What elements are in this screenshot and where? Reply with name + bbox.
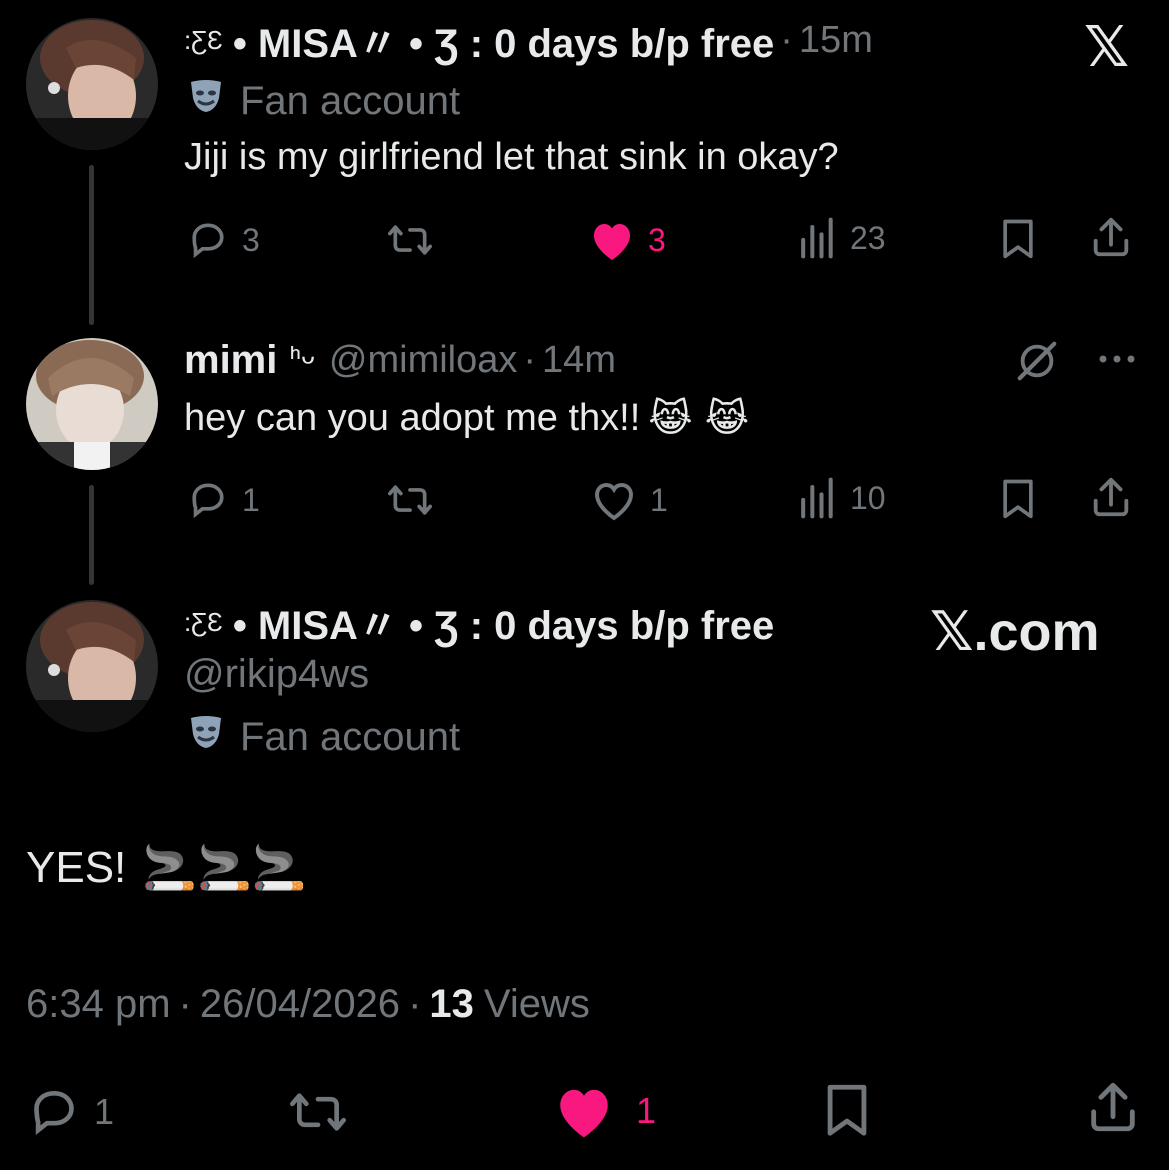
name-prefix: :ƸƐ bbox=[184, 24, 223, 55]
thread-line bbox=[89, 485, 94, 585]
thread-line bbox=[89, 165, 94, 325]
main-body: YES! 🚬🚬🚬 bbox=[26, 842, 307, 894]
reply-button[interactable]: 1 bbox=[26, 1084, 114, 1140]
tweet1-body: Jiji is my girlfriend let that sink in o… bbox=[184, 136, 839, 178]
retweet-icon bbox=[388, 485, 432, 515]
bookmark-button[interactable] bbox=[996, 476, 1040, 520]
views-label: Views bbox=[483, 982, 590, 1026]
separator: · bbox=[408, 982, 422, 1026]
timestamp[interactable]: 15m bbox=[799, 19, 873, 62]
avatar-misa[interactable] bbox=[26, 600, 158, 732]
more-icon bbox=[1099, 355, 1135, 363]
views-icon bbox=[801, 217, 833, 259]
reply-count: 1 bbox=[242, 481, 260, 518]
retweet-button[interactable] bbox=[286, 1084, 350, 1140]
mask-icon bbox=[186, 76, 226, 126]
like-button[interactable]: 1 bbox=[552, 1082, 656, 1140]
views-button[interactable]: 10 bbox=[794, 476, 886, 520]
separator: · bbox=[178, 982, 192, 1026]
main-header: :ƸƐ • MISA〃 • Ʒ : 0 days b/p free bbox=[184, 598, 774, 648]
like-count: 1 bbox=[650, 481, 668, 518]
like-button[interactable]: 3 bbox=[588, 218, 666, 262]
reply-count: 1 bbox=[94, 1091, 115, 1132]
share-button[interactable] bbox=[1084, 1078, 1142, 1136]
bookmark-icon bbox=[1003, 219, 1033, 259]
tweet-meta: 6:34 pm · 26/04/2026 · 13 Views bbox=[26, 982, 590, 1027]
views-icon bbox=[801, 477, 833, 519]
share-button[interactable] bbox=[1088, 214, 1134, 260]
affiliation-badge: Fan account bbox=[186, 712, 460, 762]
reply-icon bbox=[192, 223, 224, 259]
more-button[interactable] bbox=[1096, 338, 1138, 380]
bookmark-button[interactable] bbox=[996, 216, 1040, 260]
retweet-button[interactable] bbox=[385, 218, 435, 262]
separator: · bbox=[780, 18, 793, 61]
reply-count: 3 bbox=[242, 221, 260, 258]
bookmark-button[interactable] bbox=[818, 1080, 876, 1138]
post-date[interactable]: 26/04/2026 bbox=[200, 982, 400, 1027]
reply-icon bbox=[34, 1091, 74, 1136]
grok-icon bbox=[1017, 341, 1057, 381]
handle[interactable]: @rikip4ws bbox=[184, 652, 369, 697]
retweet-icon bbox=[388, 225, 432, 255]
like-count: 1 bbox=[636, 1090, 657, 1131]
heart-filled-icon bbox=[560, 1089, 608, 1138]
separator: · bbox=[523, 338, 537, 381]
reply-icon bbox=[192, 483, 224, 519]
share-icon bbox=[1093, 477, 1129, 517]
view-count: 10 bbox=[850, 479, 886, 516]
display-name[interactable]: • MISA〃 • Ʒ : 0 days b/p free bbox=[233, 11, 774, 69]
view-count: 23 bbox=[850, 219, 886, 256]
display-name[interactable]: • MISA〃 • Ʒ : 0 days b/p free bbox=[233, 593, 774, 651]
cigarette-emoji: 🚬🚬🚬 bbox=[142, 843, 307, 894]
x-logo: 𝕏 bbox=[1084, 15, 1130, 78]
name-prefix: :ƸƐ bbox=[184, 606, 223, 637]
grok-button[interactable] bbox=[1014, 338, 1060, 384]
bookmark-icon bbox=[1003, 479, 1033, 519]
x-com-watermark: 𝕏.com bbox=[930, 602, 1100, 662]
bookmark-icon bbox=[827, 1084, 867, 1136]
mask-icon bbox=[186, 712, 226, 762]
like-button[interactable]: 1 bbox=[590, 478, 668, 522]
tweet-text: YES! bbox=[26, 843, 127, 892]
like-count: 3 bbox=[648, 221, 666, 258]
badge-label: Fan account bbox=[240, 78, 461, 123]
heart-outline-icon bbox=[594, 482, 634, 521]
retweet-icon bbox=[290, 1093, 346, 1131]
tweet-text: hey can you adopt me thx!! bbox=[184, 396, 641, 439]
post-time[interactable]: 6:34 pm bbox=[26, 982, 171, 1027]
handle[interactable]: @mimiloax bbox=[329, 339, 517, 382]
share-icon bbox=[1093, 217, 1129, 257]
tweet2-body: hey can you adopt me thx!! 😹 😹 bbox=[184, 396, 749, 440]
avatar-misa[interactable] bbox=[26, 18, 158, 150]
tweet1-header: :ƸƐ • MISA〃 • Ʒ : 0 days b/p free · 15m bbox=[184, 16, 873, 67]
badge-label: Fan account bbox=[240, 714, 461, 759]
share-icon bbox=[1091, 1082, 1135, 1132]
name-suffix: ᑋᵕ bbox=[289, 338, 315, 380]
cat-joy-emoji: 😹 😹 bbox=[648, 396, 750, 440]
retweet-button[interactable] bbox=[385, 478, 435, 522]
heart-filled-icon bbox=[594, 224, 630, 260]
affiliation-badge: Fan account bbox=[186, 76, 460, 126]
reply-button[interactable]: 3 bbox=[186, 218, 260, 262]
reply-button[interactable]: 1 bbox=[186, 478, 260, 522]
avatar-mimi[interactable] bbox=[26, 338, 158, 470]
views-button[interactable]: 23 bbox=[794, 216, 886, 260]
share-button[interactable] bbox=[1088, 474, 1134, 520]
display-name[interactable]: mimi bbox=[184, 338, 277, 383]
timestamp[interactable]: 14m bbox=[542, 339, 616, 382]
views-count[interactable]: 13 bbox=[429, 982, 474, 1027]
tweet2-header: mimi ᑋᵕ @mimiloax · 14m bbox=[184, 336, 616, 384]
